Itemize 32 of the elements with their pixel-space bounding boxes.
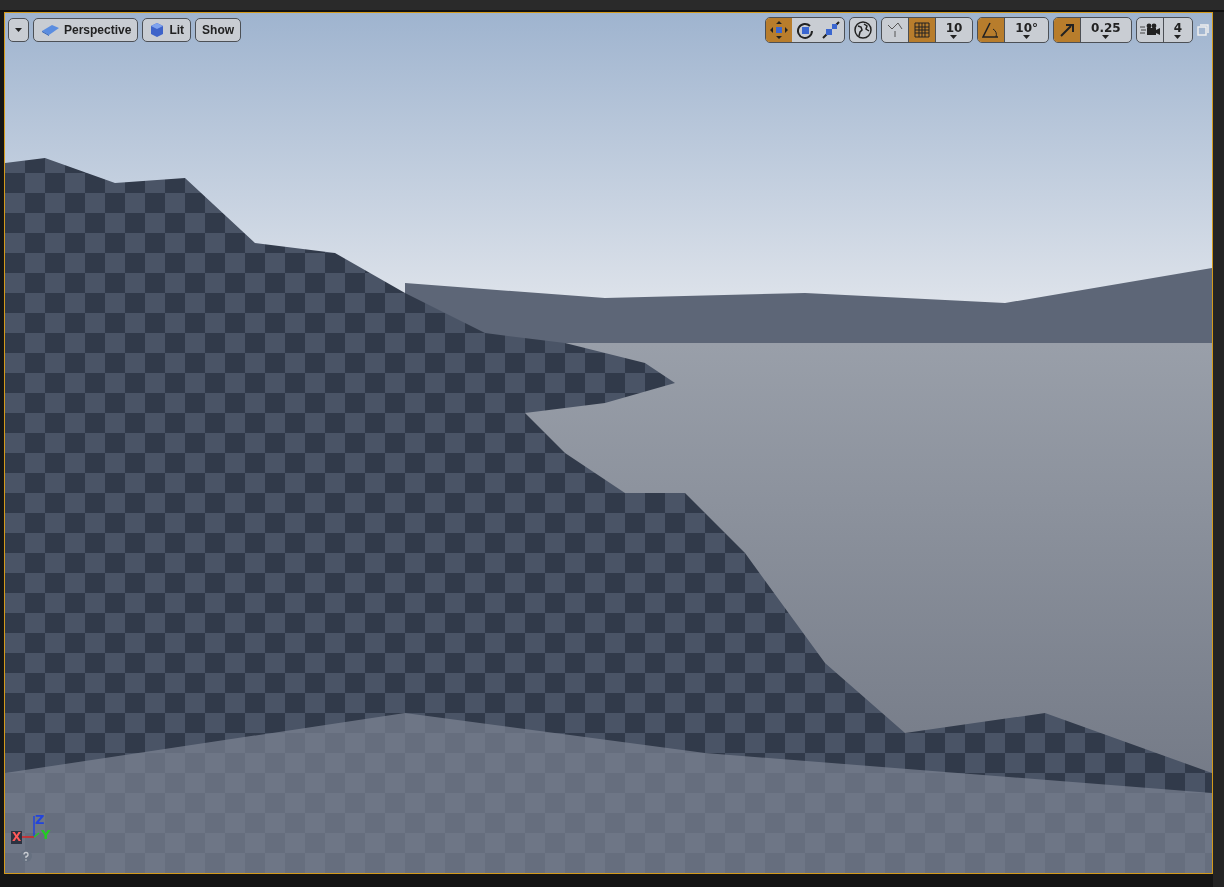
globe-icon: [853, 21, 872, 39]
caret-icon: [1023, 34, 1031, 39]
scale-icon: [821, 21, 840, 39]
translate-tool-button[interactable]: [765, 18, 792, 42]
rotate-icon: [795, 21, 814, 39]
move-arrows-icon: [769, 21, 788, 39]
camera-speed-icon: [1139, 22, 1160, 38]
angle-snap-toggle[interactable]: [978, 18, 1005, 42]
camera-view-icon: [40, 24, 60, 36]
perspective-button[interactable]: Perspective: [33, 18, 139, 42]
scale-snap-value[interactable]: 0.25: [1080, 18, 1131, 42]
camera-snap-value[interactable]: 4: [1162, 18, 1192, 42]
caret-icon: [1174, 34, 1182, 39]
cube-icon: [149, 22, 166, 38]
surface-snap-icon: [885, 21, 904, 39]
angle-snap-value[interactable]: 10°: [1004, 18, 1049, 42]
caret-icon: [950, 34, 958, 39]
z-axis-label: Z: [35, 813, 45, 826]
caret-icon: [1102, 34, 1110, 39]
grid-icon: [913, 22, 930, 38]
grid-snap-value[interactable]: 10: [934, 18, 973, 42]
x-axis-label: X: [11, 831, 23, 844]
angle-icon: [982, 22, 1001, 38]
show-button[interactable]: Show: [195, 18, 242, 42]
scale-snap-toggle[interactable]: [1054, 18, 1081, 42]
grid-snap-toggle[interactable]: [907, 18, 935, 42]
y-axis-label: Y: [41, 828, 51, 841]
caret-icon: [15, 28, 22, 32]
lit-button[interactable]: Lit: [142, 18, 192, 42]
scale-arrow-icon: [1060, 23, 1075, 37]
viewport-menu-button[interactable]: [8, 18, 29, 42]
help-icon[interactable]: [19, 849, 33, 863]
